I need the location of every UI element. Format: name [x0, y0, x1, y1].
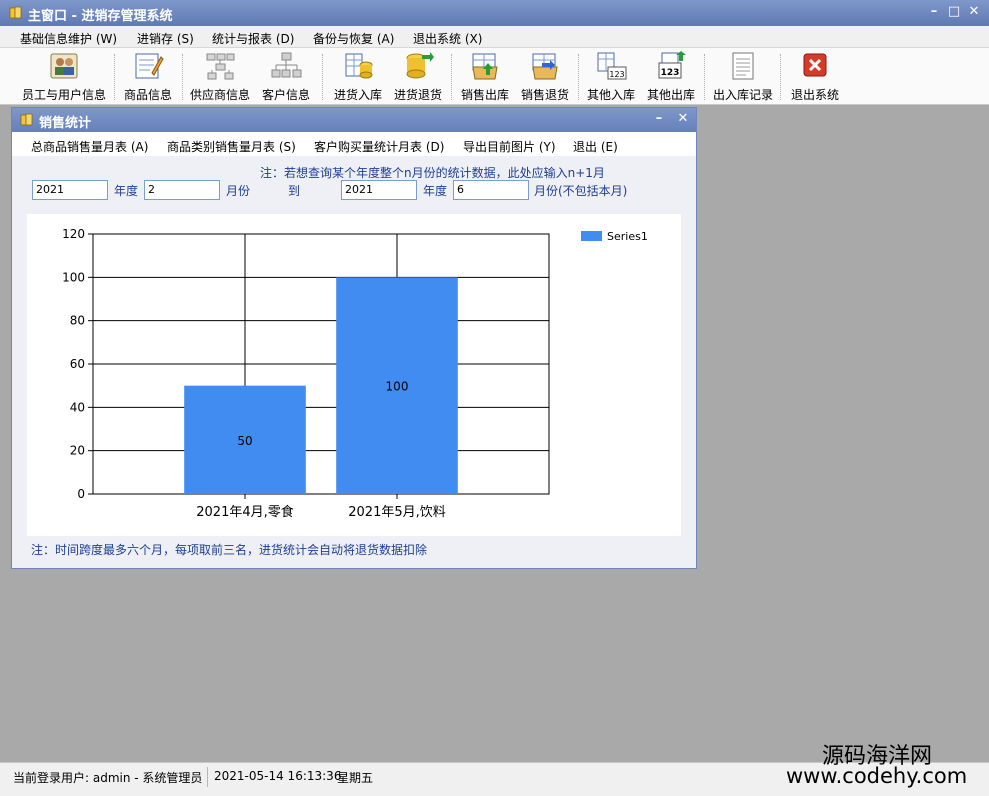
- minimize-icon[interactable]: –: [927, 4, 941, 20]
- toolbar-label: 其他入库: [586, 88, 635, 102]
- toolbar-label: 进货入库: [333, 88, 382, 102]
- minimize-icon[interactable]: –: [652, 111, 666, 127]
- sales-bar-chart: 0 20 40 60 80 100 120 50 2021年4月,零食 100 2021年5月,饮料…: [62, 227, 648, 520]
- purchase-in-icon: [345, 53, 373, 79]
- toolbar-product-button[interactable]: 商品信息: [118, 51, 178, 103]
- sales-stats-titlebar: 销售统计 – ✕: [12, 108, 696, 132]
- maximize-icon[interactable]: □: [947, 4, 961, 20]
- sales-stats-window: 销售统计 – ✕ 总商品销售量月表 (A) 商品类别销售量月表 (S) 客户购买…: [11, 107, 697, 569]
- y-tick-label: 80: [70, 314, 85, 328]
- y-tick-label: 0: [77, 487, 85, 501]
- toolbar-label: 出入库记录: [712, 88, 773, 102]
- menu-purchase-sales-stock[interactable]: 进销存 (S): [137, 30, 194, 47]
- toolbar-purchase-in-button[interactable]: 进货入库: [329, 51, 387, 103]
- menu-total-product-monthly[interactable]: 总商品销售量月表 (A): [31, 138, 148, 155]
- toolbar-supplier-button[interactable]: 供应商信息: [187, 51, 253, 103]
- end-month-label: 月份(不包括本月): [534, 184, 628, 198]
- menu-basic-info[interactable]: 基础信息维护 (W): [20, 30, 117, 47]
- start-month-input[interactable]: 2: [144, 180, 220, 200]
- sales-out-icon: [472, 53, 498, 80]
- status-weekday: 星期五: [337, 771, 374, 785]
- close-icon[interactable]: ✕: [967, 4, 981, 20]
- svg-text:123: 123: [609, 70, 624, 79]
- menu-backup-restore[interactable]: 备份与恢复 (A): [313, 30, 394, 47]
- to-label: 到: [288, 184, 301, 198]
- toolbar-label: 客户信息: [261, 88, 310, 102]
- exit-x-icon: [803, 53, 827, 77]
- toolbar-sales-out-button[interactable]: 销售出库: [457, 51, 513, 103]
- customer-tree-icon: [271, 52, 302, 78]
- menu-exit-system[interactable]: 退出系统 (X): [413, 30, 482, 47]
- menu-export-image[interactable]: 导出目前图片 (Y): [463, 138, 556, 155]
- main-toolbar: 员工与用户信息 商品信息 供应商信息 客户信息 进货入库 进货退货 销售出库 销…: [0, 48, 989, 105]
- sales-return-icon: [532, 53, 558, 80]
- y-tick-label: 100: [62, 270, 85, 284]
- end-year-input[interactable]: 2021: [341, 180, 417, 200]
- query-hint-note: 注：若想查询某个年度整个n月份的统计数据，此处应输入n+1月: [260, 166, 605, 180]
- main-window-title: 主窗口 - 进销存管理系统: [28, 9, 173, 24]
- app-icon: [9, 6, 22, 19]
- legend-label: Series1: [607, 230, 648, 243]
- sales-stats-menu: 总商品销售量月表 (A) 商品类别销售量月表 (S) 客户购买量统计月表 (D)…: [12, 132, 696, 156]
- close-icon[interactable]: ✕: [676, 111, 690, 127]
- window-icon: [20, 113, 33, 126]
- sales-chart-panel: 0 20 40 60 80 100 120 50 2021年4月,零食 100 2021年5月,饮料…: [27, 214, 681, 536]
- status-current-user: 当前登录用户: admin - 系统管理员: [13, 771, 203, 785]
- menu-exit[interactable]: 退出 (E): [573, 138, 618, 155]
- toolbar-customer-button[interactable]: 客户信息: [258, 51, 314, 103]
- toolbar-label: 销售出库: [460, 88, 509, 102]
- start-year-label: 年度: [114, 184, 139, 198]
- y-tick-label: 20: [70, 444, 85, 458]
- y-tick-label: 60: [70, 357, 85, 371]
- x-category-label: 2021年5月,饮料: [348, 505, 446, 520]
- data-label: 100: [386, 380, 409, 394]
- menu-category-monthly[interactable]: 商品类别销售量月表 (S): [167, 138, 296, 155]
- records-document-icon: [732, 52, 754, 80]
- toolbar-label: 销售退货: [520, 88, 569, 102]
- status-datetime: 2021-05-14 16:13:36: [214, 769, 342, 783]
- toolbar-label: 商品信息: [123, 88, 172, 102]
- svg-text:123: 123: [661, 68, 680, 78]
- menu-customer-monthly[interactable]: 客户购买量统计月表 (D): [314, 138, 444, 155]
- supplier-tree-icon: [206, 53, 235, 80]
- watermark-site-url: www.codehy.com: [786, 764, 968, 788]
- toolbar-inout-records-button[interactable]: 出入库记录: [710, 51, 776, 103]
- time-span-note: 注：时间跨度最多六个月，每项取前三名，进货统计会自动将退货数据扣除: [31, 543, 428, 557]
- main-window-titlebar: 主窗口 - 进销存管理系统 – □ ✕: [0, 0, 989, 26]
- purchase-return-icon: [406, 52, 434, 79]
- legend-swatch: [581, 231, 602, 241]
- toolbar-purchase-return-button[interactable]: 进货退货: [390, 51, 446, 103]
- toolbar-exit-system-button[interactable]: 退出系统: [787, 51, 843, 103]
- employee-users-icon: [50, 53, 78, 79]
- toolbar-label: 供应商信息: [189, 88, 250, 102]
- start-month-label: 月份: [226, 184, 251, 198]
- y-tick-label: 120: [62, 227, 85, 241]
- other-out-icon: 123: [658, 51, 686, 79]
- toolbar-label: 进货退货: [393, 88, 442, 102]
- toolbar-other-out-button[interactable]: 123 其他出库: [643, 51, 699, 103]
- toolbar-label: 退出系统: [790, 88, 839, 102]
- toolbar-label: 其他出库: [646, 88, 695, 102]
- toolbar-employee-user-button[interactable]: 员工与用户信息: [19, 51, 109, 103]
- toolbar-sales-return-button[interactable]: 销售退货: [517, 51, 573, 103]
- other-in-icon: 123: [597, 52, 627, 80]
- main-menubar: 基础信息维护 (W) 进销存 (S) 统计与报表 (D) 备份与恢复 (A) 退…: [0, 26, 989, 48]
- data-label: 50: [237, 434, 252, 448]
- product-edit-icon: [135, 53, 164, 79]
- toolbar-label: 员工与用户信息: [21, 88, 106, 102]
- start-year-input[interactable]: 2021: [32, 180, 108, 200]
- sales-stats-title: 销售统计: [39, 116, 92, 131]
- toolbar-other-in-button[interactable]: 123 其他入库: [583, 51, 639, 103]
- y-tick-label: 40: [70, 400, 85, 414]
- menu-stats-reports[interactable]: 统计与报表 (D): [212, 30, 294, 47]
- end-year-label: 年度: [423, 184, 448, 198]
- end-month-input[interactable]: 6: [453, 180, 529, 200]
- x-category-label: 2021年4月,零食: [196, 504, 294, 520]
